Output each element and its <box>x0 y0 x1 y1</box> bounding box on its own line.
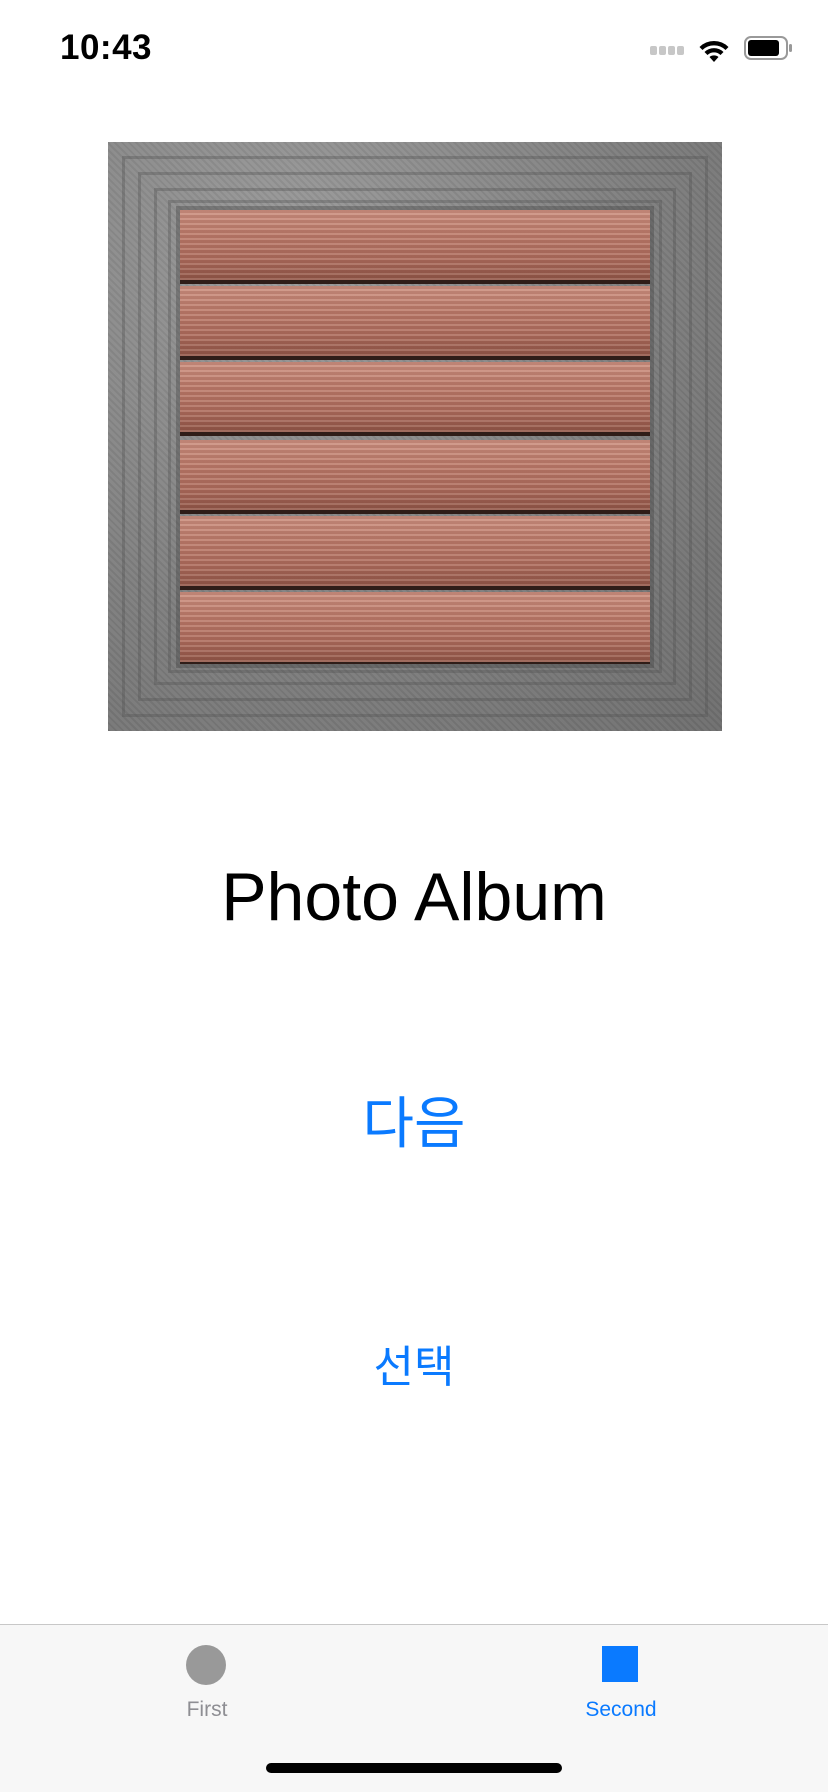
next-button[interactable]: 다음 <box>0 1078 828 1161</box>
wood-plank <box>180 210 650 284</box>
page-title: Photo Album <box>221 859 607 935</box>
select-button[interactable]: 선택 <box>0 1330 828 1396</box>
tab-second[interactable]: Second <box>414 1625 828 1735</box>
status-bar: 10:43 <box>0 0 828 100</box>
wifi-icon <box>698 39 730 63</box>
tab-second-label: Second <box>585 1698 657 1721</box>
circle-icon <box>186 1645 226 1685</box>
tab-first-label: First <box>186 1698 228 1721</box>
wood-plank <box>180 592 650 664</box>
photo-frame-image <box>108 142 722 731</box>
wood-plank <box>180 362 650 436</box>
status-indicators <box>650 36 794 65</box>
tab-first[interactable]: First <box>0 1625 414 1735</box>
home-indicator[interactable] <box>266 1763 562 1773</box>
square-icon <box>602 1646 638 1682</box>
app-screen: 10:43 Photo Album 다음 선택 First Second <box>0 0 828 1792</box>
cellular-signal-icon <box>650 46 686 55</box>
wood-plank <box>180 440 650 514</box>
wood-plank <box>180 516 650 590</box>
wood-plank-photo <box>180 210 650 664</box>
status-time: 10:43 <box>60 28 153 67</box>
wood-plank <box>180 286 650 360</box>
battery-icon <box>744 36 794 65</box>
